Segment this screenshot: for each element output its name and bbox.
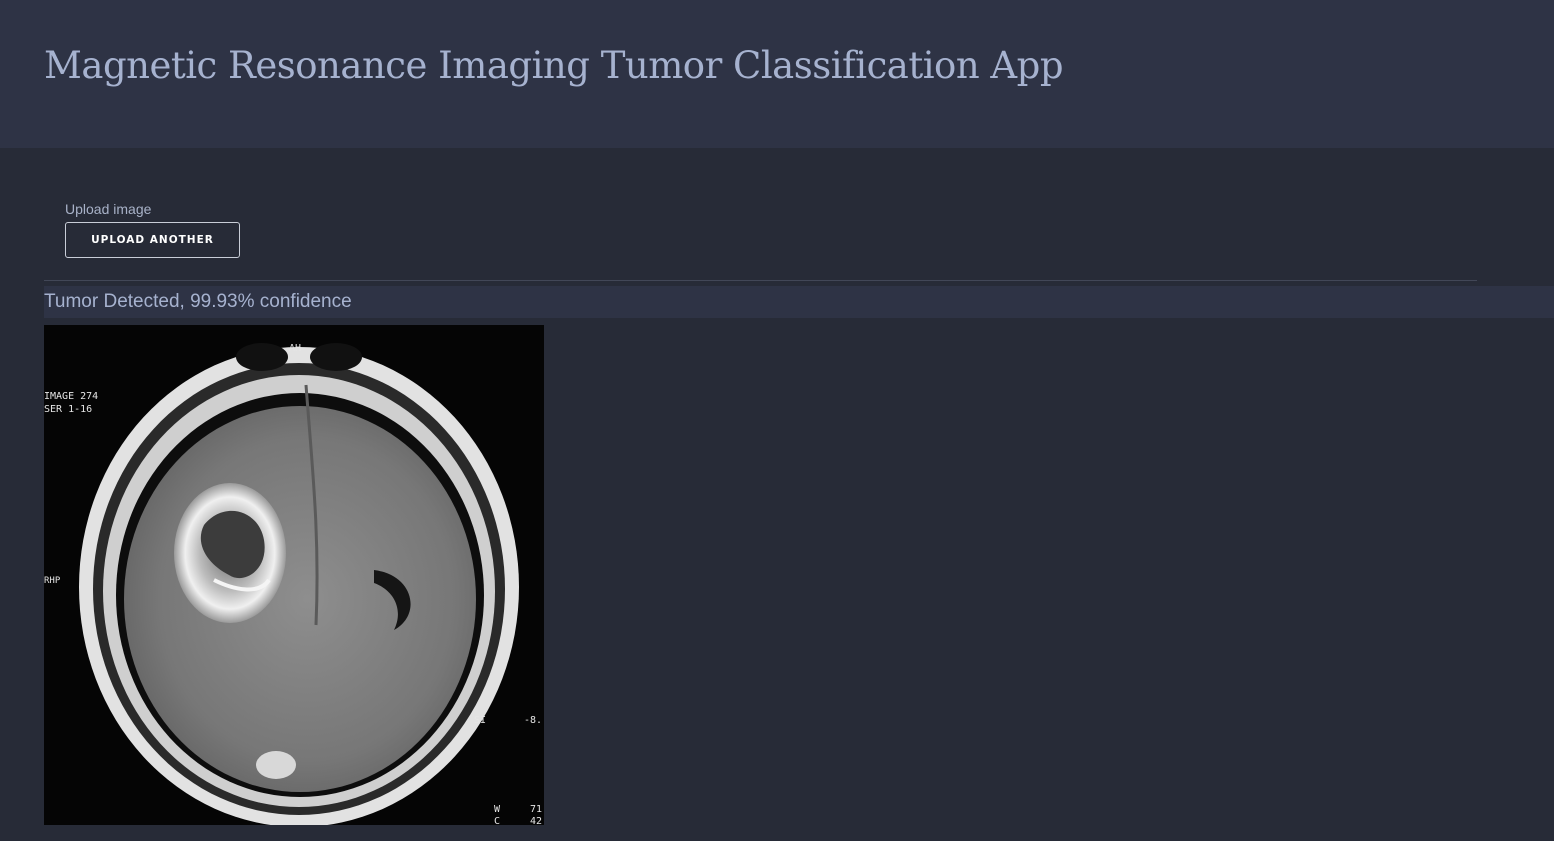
upload-another-button[interactable]: UPLOAD ANOTHER	[65, 222, 240, 258]
upload-image-label: Upload image	[65, 201, 152, 217]
mri-scan-image: AH IMAGE 274 SER 1-16 RHP SI -8. W 71 C …	[44, 325, 544, 825]
scan-c-label: C	[494, 816, 500, 825]
scan-offset-label: -8.	[524, 715, 542, 726]
scan-side-label: RHP	[44, 576, 61, 586]
section-divider	[44, 280, 1477, 281]
result-banner: Tumor Detected, 99.93% confidence	[44, 286, 1554, 318]
scan-w-label: W	[494, 804, 501, 815]
scan-w-value: 71	[530, 804, 542, 815]
scan-top-label: AH	[289, 343, 301, 354]
scan-series: SER 1-16	[44, 404, 92, 415]
prediction-result-text: Tumor Detected, 99.93% confidence	[44, 291, 352, 312]
page-title: Magnetic Resonance Imaging Tumor Classif…	[44, 44, 1064, 87]
scan-image-number: IMAGE 274	[44, 391, 98, 402]
app-header: Magnetic Resonance Imaging Tumor Classif…	[0, 0, 1554, 148]
scan-corner-label: SI	[474, 715, 486, 726]
scan-c-value: 42	[530, 816, 542, 825]
